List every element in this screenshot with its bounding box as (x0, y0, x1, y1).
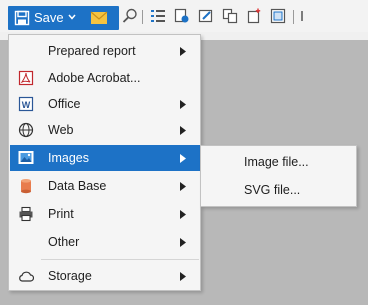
toolbar: Save (0, 0, 368, 32)
chevron-right-icon (180, 182, 186, 191)
chevron-right-icon (180, 47, 186, 56)
chevron-down-icon[interactable] (68, 13, 76, 21)
design-icon[interactable] (174, 8, 190, 24)
toolbar-separator (142, 10, 143, 24)
chevron-right-icon (180, 272, 186, 281)
save-dropdown-menu: Prepared report Adobe Acrobat... W Offic… (8, 34, 201, 291)
cloud-icon (19, 271, 34, 282)
menu-item-label: Data Base (48, 179, 107, 193)
chevron-right-icon (180, 210, 186, 219)
outline-icon[interactable] (150, 8, 166, 24)
chevron-right-icon (180, 126, 186, 135)
database-icon (21, 179, 31, 194)
menu-item-adobe-acrobat[interactable]: Adobe Acrobat... (10, 65, 200, 91)
find-icon[interactable] (122, 8, 138, 24)
menu-item-other[interactable]: Other (10, 229, 200, 255)
submenu-item-image-file[interactable]: Image file... (202, 148, 355, 175)
menu-item-label: Web (48, 123, 74, 137)
first-page-icon[interactable] (300, 8, 310, 24)
menu-item-label: Storage (48, 269, 92, 283)
menu-item-print[interactable]: Print (10, 201, 200, 227)
save-icon (14, 10, 30, 26)
menu-item-label: Prepared report (48, 44, 136, 58)
submenu-item-label: Image file... (244, 155, 309, 169)
menu-item-images[interactable]: Images (10, 145, 200, 171)
images-submenu: Image file... SVG file... (200, 145, 357, 207)
printer-icon (19, 206, 33, 222)
menu-item-label: Adobe Acrobat... (48, 71, 141, 85)
menu-item-data-base[interactable]: Data Base (10, 173, 200, 199)
submenu-item-label: SVG file... (244, 183, 301, 197)
toolbar-separator (293, 10, 294, 24)
edit-icon[interactable] (198, 8, 214, 24)
new-page-icon[interactable] (246, 8, 262, 24)
menu-item-label: Images (48, 151, 89, 165)
globe-icon (18, 122, 34, 138)
copy-icon[interactable] (222, 8, 238, 24)
chevron-right-icon (180, 154, 186, 163)
email-icon[interactable] (90, 11, 108, 25)
menu-item-label: Print (48, 207, 74, 221)
submenu-item-svg-file[interactable]: SVG file... (202, 176, 355, 203)
menu-item-label: Other (48, 235, 80, 249)
menu-item-label: Office (48, 97, 81, 111)
chevron-right-icon (180, 100, 186, 109)
chevron-right-icon (180, 238, 186, 247)
svg-text:W: W (22, 100, 31, 110)
menu-item-storage[interactable]: Storage (10, 263, 200, 289)
save-label: Save (34, 10, 64, 25)
image-icon (18, 151, 34, 164)
word-icon: W (18, 96, 34, 112)
select-icon[interactable] (270, 8, 286, 24)
menu-item-prepared-report[interactable]: Prepared report (10, 38, 200, 64)
menu-item-office[interactable]: W Office (10, 91, 200, 117)
menu-separator (41, 259, 199, 260)
save-button[interactable]: Save (8, 6, 119, 30)
pdf-icon (18, 70, 34, 86)
menu-item-web[interactable]: Web (10, 117, 200, 143)
